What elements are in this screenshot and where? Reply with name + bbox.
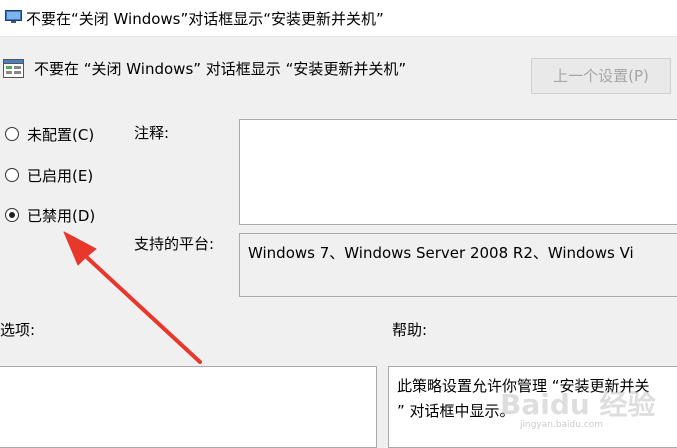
radio-disabled[interactable]: 已禁用(D): [5, 205, 95, 225]
watermark-url: jingyan.baidu.com: [520, 420, 604, 430]
supported-platform-box: Windows 7、Windows Server 2008 R2、Windows…: [239, 233, 677, 297]
help-label: 帮助:: [392, 321, 428, 339]
computer-icon: [5, 10, 22, 23]
radio-enabled[interactable]: 已启用(E): [5, 165, 93, 185]
previous-setting-button[interactable]: 上一个设置(P): [531, 58, 671, 94]
radio-circle[interactable]: [5, 168, 19, 182]
platform-label: 支持的平台:: [134, 235, 215, 253]
options-panel[interactable]: [0, 366, 377, 448]
supported-platform-value: Windows 7、Windows Server 2008 R2、Windows…: [248, 244, 634, 262]
title-bar: 不要在“关闭 Windows”对话框显示“安装更新并关机”: [0, 0, 677, 37]
radio-circle[interactable]: [5, 127, 19, 141]
window-title: 不要在“关闭 Windows”对话框显示“安装更新并关机”: [26, 10, 384, 28]
comment-textarea[interactable]: [239, 119, 677, 225]
policy-setting-icon: [3, 59, 24, 78]
help-text-line: ” 对话框中显示。: [397, 402, 515, 420]
policy-name: 不要在 “关闭 Windows” 对话框显示 “安装更新并关机”: [34, 60, 407, 78]
radio-label: 已启用(E): [27, 166, 94, 185]
options-label: 选项:: [0, 321, 36, 339]
radio-label: 未配置(C): [27, 125, 95, 144]
radio-label: 已禁用(D): [27, 206, 96, 225]
watermark-logo: Baidu 经验: [500, 388, 656, 421]
radio-circle[interactable]: [5, 208, 19, 222]
comment-label: 注释:: [134, 124, 170, 142]
radio-not-configured[interactable]: 未配置(C): [5, 124, 94, 144]
